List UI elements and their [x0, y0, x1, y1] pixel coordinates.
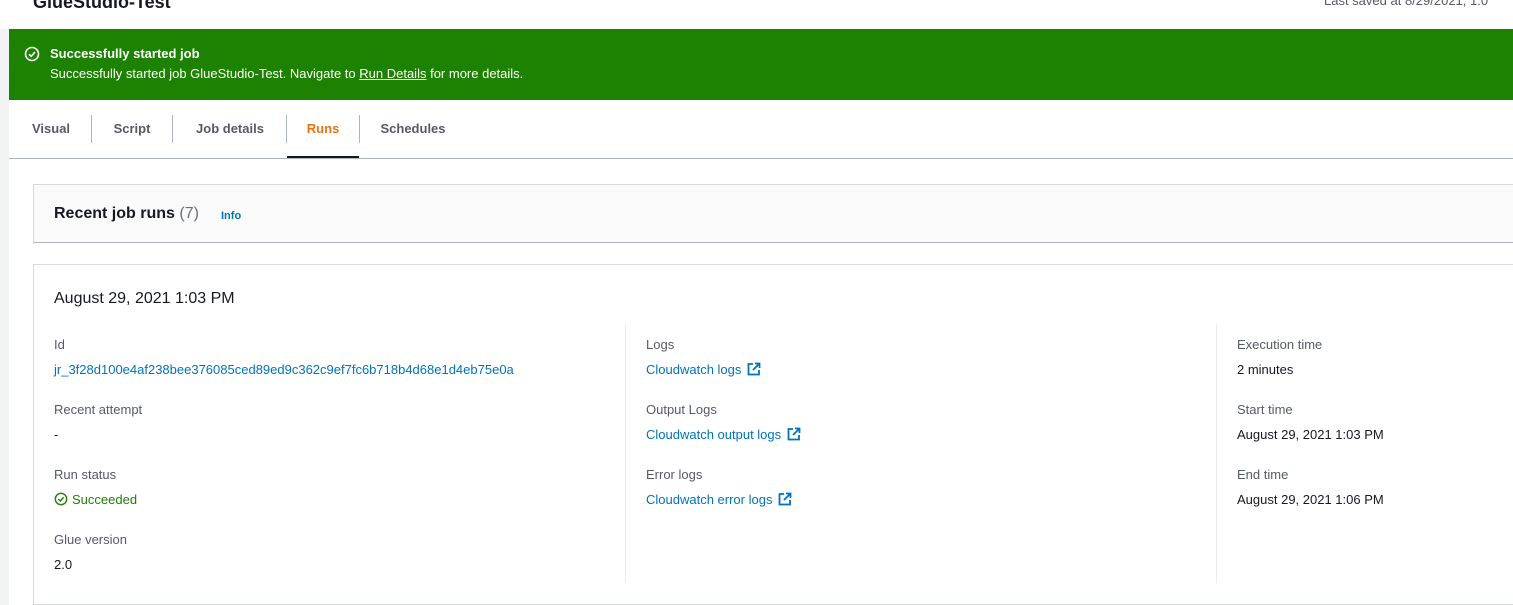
flash-message-prefix: Successfully started job GlueStudio-Test…	[50, 66, 360, 81]
check-circle-icon	[24, 46, 40, 62]
run-detail-card: August 29, 2021 1:03 PM Id jr_3f28d100e4…	[33, 264, 1513, 605]
external-link-icon	[787, 427, 801, 441]
runs-count: (7)	[179, 205, 199, 222]
id-label: Id	[54, 337, 65, 352]
tab-runs[interactable]: Runs	[287, 100, 359, 158]
success-flash-banner: Successfully started job Successfully st…	[9, 29, 1513, 100]
tab-visual[interactable]: Visual	[21, 100, 81, 158]
flash-message-suffix: for more details.	[426, 66, 524, 81]
tab-script[interactable]: Script	[103, 100, 161, 158]
cloudwatch-output-logs-link[interactable]: Cloudwatch output logs	[646, 427, 801, 442]
cloudwatch-error-logs-link[interactable]: Cloudwatch error logs	[646, 492, 792, 507]
cloudwatch-output-logs-text: Cloudwatch output logs	[646, 427, 782, 442]
external-link-icon	[747, 362, 761, 376]
run-status-text: Succeeded	[72, 492, 138, 507]
execution-time-value: 2 minutes	[1237, 362, 1294, 377]
run-id-link[interactable]: jr_3f28d100e4af238bee376085ced89ed9c362c…	[54, 362, 514, 377]
glue-version-label: Glue version	[54, 532, 127, 547]
run-details-link[interactable]: Run Details	[359, 66, 426, 81]
recent-runs-title-text: Recent job runs	[54, 205, 175, 222]
run-status-value: Succeeded	[54, 492, 137, 507]
tab-divider	[359, 115, 360, 143]
column-divider	[1216, 324, 1217, 583]
output-logs-label: Output Logs	[646, 402, 717, 417]
job-tabs: Visual Script Job details Runs Schedules	[9, 100, 1513, 159]
recent-runs-header: Recent job runs (7) Info	[33, 184, 1513, 243]
tab-job-details[interactable]: Job details	[184, 100, 276, 158]
success-check-icon	[54, 492, 68, 506]
logs-label: Logs	[646, 337, 675, 352]
execution-time-label: Execution time	[1237, 337, 1323, 352]
cloudwatch-logs-link[interactable]: Cloudwatch logs	[646, 362, 761, 377]
recent-runs-title: Recent job runs (7)	[54, 205, 199, 223]
end-time-value: August 29, 2021 1:06 PM	[1237, 492, 1384, 507]
run-status-label: Run status	[54, 467, 117, 482]
start-time-label: Start time	[1237, 402, 1293, 417]
cloudwatch-logs-text: Cloudwatch logs	[646, 362, 742, 377]
tab-divider	[172, 115, 173, 143]
flash-title: Successfully started job	[50, 46, 200, 61]
recent-attempt-value: -	[54, 427, 59, 442]
column-divider	[625, 324, 626, 583]
end-time-label: End time	[1237, 467, 1289, 482]
info-link[interactable]: Info	[221, 210, 241, 222]
error-logs-label: Error logs	[646, 467, 703, 482]
last-saved-text: Last saved at 8/29/2021, 1:0	[1324, 0, 1489, 8]
page-header: GlueStudio-Test Last saved at 8/29/2021,…	[0, 0, 1513, 29]
glue-version-value: 2.0	[54, 557, 73, 572]
recent-attempt-label: Recent attempt	[54, 402, 143, 417]
run-date-heading: August 29, 2021 1:03 PM	[54, 290, 235, 307]
start-time-value: August 29, 2021 1:03 PM	[1237, 427, 1384, 442]
cloudwatch-error-logs-text: Cloudwatch error logs	[646, 492, 773, 507]
flash-message: Successfully started job GlueStudio-Test…	[50, 66, 523, 81]
tab-divider	[91, 115, 92, 143]
tab-schedules[interactable]: Schedules	[371, 100, 455, 158]
external-link-icon	[779, 492, 792, 506]
job-title: GlueStudio-Test	[33, 0, 171, 12]
